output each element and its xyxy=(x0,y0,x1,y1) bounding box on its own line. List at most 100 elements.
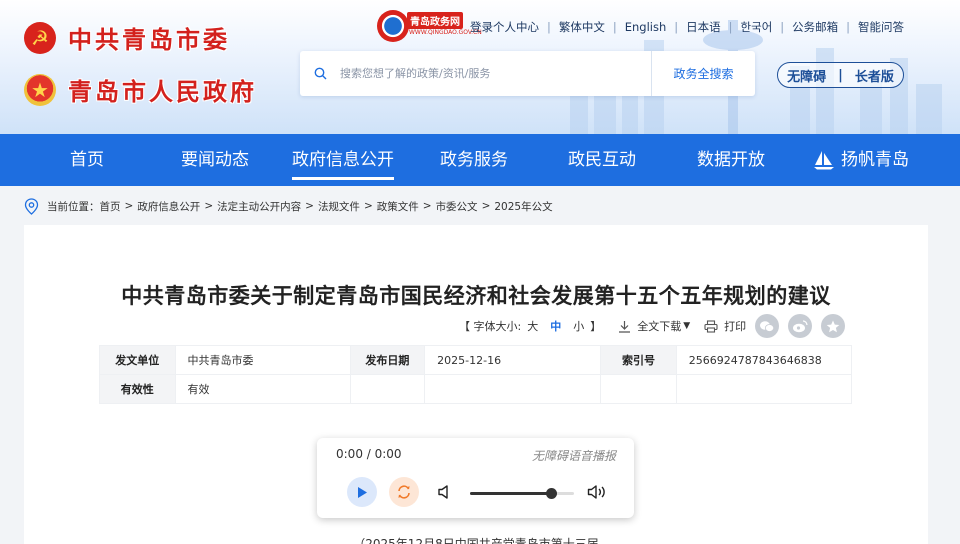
gov-search-button[interactable]: 政务全搜索 xyxy=(651,51,755,96)
caret-down-icon: ▼ xyxy=(683,321,691,331)
breadcrumb-separator: > xyxy=(481,200,491,212)
nav-item-news[interactable]: 要闻动态 xyxy=(181,134,249,186)
publish-date-value: 2025-12-16 xyxy=(424,345,602,375)
nav-item-gov-info-disclosure[interactable]: 政府信息公开 xyxy=(292,134,394,186)
audio-time: 0:00 / 0:00 xyxy=(336,447,402,461)
pill-divider: | xyxy=(838,67,843,83)
org-name-party: 中共青岛市委 xyxy=(68,26,230,54)
table-row: 发文单位 中共青岛市委 发布日期 2025-12-16 索引号 25669247… xyxy=(99,345,853,375)
article-toolbar: 【 字体大小: 大 中 小 】 全文下载 ▼ 打印 xyxy=(456,314,846,338)
font-size-label: 【 字体大小: xyxy=(459,320,522,333)
smart-qa-link[interactable]: 智能问答 xyxy=(850,19,912,35)
index-number-label: 索引号 xyxy=(600,345,677,375)
volume-level xyxy=(470,492,552,495)
traditional-chinese-link[interactable]: 繁体中文 xyxy=(551,19,613,35)
audio-player-label: 无障碍语音播报 xyxy=(531,449,616,463)
official-email-link[interactable]: 公务邮箱 xyxy=(784,19,846,35)
accessibility-switch: 无障碍 | 长者版 xyxy=(777,62,904,88)
loop-icon xyxy=(398,485,410,499)
mute-button[interactable] xyxy=(430,477,460,507)
volume-knob[interactable] xyxy=(546,488,558,499)
weibo-icon[interactable] xyxy=(788,314,813,338)
nav-item-public-interaction[interactable]: 政民互动 xyxy=(568,134,636,186)
download-icon xyxy=(619,320,631,333)
breadcrumb-home[interactable]: 首页 xyxy=(100,199,121,214)
print-button[interactable]: 打印 xyxy=(704,318,746,334)
volume-button[interactable] xyxy=(583,477,613,507)
search-bar: 政务全搜索 xyxy=(300,51,755,96)
portal-globe-icon xyxy=(377,10,409,42)
login-personal-center-link[interactable]: 登录个人中心 xyxy=(462,19,547,35)
document-title: 中共青岛市委关于制定青岛市国民经济和社会发展第十五个五年规划的建议 xyxy=(121,284,831,308)
download-full-text-button[interactable]: 全文下载 ▼ xyxy=(618,318,690,334)
nav-item-home[interactable]: 首页 xyxy=(70,134,104,186)
empty-cell xyxy=(424,374,602,404)
breadcrumb-gov-info[interactable]: 政府信息公开 xyxy=(137,199,200,214)
print-icon xyxy=(704,319,718,333)
government-logo[interactable]: ★ 青岛市人民政府 xyxy=(24,72,257,107)
breadcrumb-separator: > xyxy=(305,200,314,212)
sail-icon xyxy=(814,151,834,170)
empty-cell xyxy=(600,374,677,404)
org-name-gov: 青岛市人民政府 xyxy=(68,78,257,106)
issuer-value: 中共青岛市委 xyxy=(174,345,351,375)
audio-player: 0:00 / 0:00 无障碍语音播报 xyxy=(317,438,634,518)
breadcrumb-policy-docs[interactable]: 政策文件 xyxy=(377,199,419,214)
party-committee-logo[interactable]: ☭ 中共青岛市委 xyxy=(24,20,230,55)
breadcrumb-regulations[interactable]: 法规文件 xyxy=(318,199,360,214)
font-size-medium[interactable]: 中 xyxy=(550,318,561,334)
font-size-switcher: 【 字体大小: 大 中 小 】 xyxy=(456,318,604,334)
nav-item-gov-services[interactable]: 政务服务 xyxy=(440,134,508,186)
font-size-large[interactable]: 大 xyxy=(527,318,538,334)
top-links: 登录个人中心 | 繁体中文 | English | 日本语 | 한국어 | 公务邮箱 | 智… xyxy=(462,19,912,35)
article-container: 中共青岛市委关于制定青岛市国民经济和社会发展第十五个五年规划的建议 【 字体大小… xyxy=(24,225,928,544)
validity-value: 有效 xyxy=(174,374,351,404)
nav-item-open-data[interactable]: 数据开放 xyxy=(697,134,765,186)
nav-item-yangfan-qingdao[interactable]: 扬帆青岛 xyxy=(813,134,909,186)
search-input[interactable] xyxy=(340,53,651,94)
breadcrumb-committee-docs[interactable]: 市委公文 xyxy=(436,199,478,214)
volume-slider[interactable] xyxy=(470,488,574,499)
validity-label: 有效性 xyxy=(99,374,176,404)
empty-cell xyxy=(349,374,426,404)
breadcrumb-separator: > xyxy=(204,200,214,212)
english-link[interactable]: English xyxy=(617,20,675,34)
table-row: 有效性 有效 xyxy=(99,374,853,404)
korean-link[interactable]: 한국어 xyxy=(733,19,781,35)
breadcrumb-separator: > xyxy=(363,200,373,212)
portal-logo-text: 青岛政务网 xyxy=(407,12,463,29)
play-icon xyxy=(358,486,367,498)
index-number-value: 2566924787843646838 xyxy=(675,345,853,375)
document-metadata-table: 发文单位 中共青岛市委 发布日期 2025-12-16 索引号 25669247… xyxy=(99,345,853,404)
font-size-bracket-close: 】 xyxy=(590,320,602,333)
issuer-label: 发文单位 xyxy=(99,345,176,375)
play-button[interactable] xyxy=(347,477,377,507)
national-emblem-icon: ★ xyxy=(24,73,56,106)
breadcrumb-separator: > xyxy=(422,200,432,212)
empty-cell xyxy=(675,374,853,404)
publish-date-label: 发布日期 xyxy=(349,345,426,375)
breadcrumb: 当前位置： 首页 > 政府信息公开 > 法定主动公开内容 > 法规文件 > 政策… xyxy=(24,196,553,216)
location-pin-icon xyxy=(24,197,39,215)
qingdao-portal-logo[interactable]: 青岛政务网 WWW.QINGDAO.GOV.CN xyxy=(377,10,482,42)
breadcrumb-statutory[interactable]: 法定主动公开内容 xyxy=(217,199,301,214)
favorite-icon[interactable] xyxy=(821,314,846,338)
breadcrumb-label: 当前位置： xyxy=(47,200,100,213)
main-nav: 首页 要闻动态 政府信息公开 政务服务 政民互动 数据开放 扬帆青岛 xyxy=(0,134,960,186)
breadcrumb-2025-docs[interactable]: 2025年公文 xyxy=(494,199,552,214)
party-emblem-icon: ☭ xyxy=(24,21,56,54)
site-header: ☭ 中共青岛市委 ★ 青岛市人民政府 青岛政务网 WWW.QINGDAO.GOV… xyxy=(0,0,960,134)
barrier-free-button[interactable]: 无障碍 xyxy=(781,66,832,85)
loop-button[interactable] xyxy=(389,477,419,507)
speaker-icon xyxy=(438,485,448,499)
document-lead-text: （2025年12月8日中国共产党青岛市第十三届 xyxy=(353,537,599,544)
print-label: 打印 xyxy=(724,320,747,333)
volume-icon xyxy=(587,485,605,499)
nav-item-label: 扬帆青岛 xyxy=(841,150,909,170)
wechat-icon[interactable] xyxy=(755,314,780,338)
font-size-small[interactable]: 小 xyxy=(573,318,584,334)
download-label: 全文下载 xyxy=(637,320,682,333)
elderly-mode-button[interactable]: 长者版 xyxy=(849,66,900,85)
search-icon xyxy=(300,51,340,96)
japanese-link[interactable]: 日本语 xyxy=(678,19,729,35)
